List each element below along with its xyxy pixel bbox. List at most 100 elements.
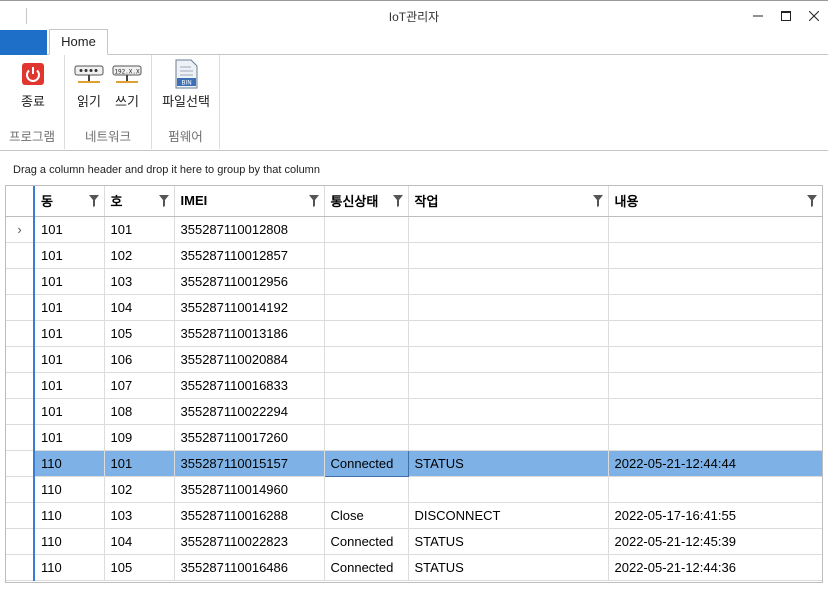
column-header-task[interactable]: 작업: [408, 186, 609, 217]
row-indicator[interactable]: [6, 502, 35, 529]
table-cell[interactable]: [324, 398, 409, 425]
column-header-ho[interactable]: 호: [104, 186, 175, 217]
table-cell[interactable]: 355287110013186: [174, 320, 325, 347]
maximize-button[interactable]: [772, 1, 800, 31]
table-cell[interactable]: [324, 216, 409, 243]
read-button[interactable]: 읽기: [71, 61, 107, 110]
table-cell[interactable]: [324, 242, 409, 269]
table-row[interactable]: 110 105 355287110016486 Connected STATUS 2022…: [6, 554, 822, 581]
table-cell[interactable]: 101: [104, 450, 175, 477]
table-row[interactable]: 101 109 355287110017260: [6, 424, 822, 451]
table-cell[interactable]: [608, 216, 822, 243]
table-cell[interactable]: 102: [104, 476, 175, 503]
row-indicator[interactable]: [6, 372, 35, 399]
table-cell[interactable]: 355287110016486: [174, 554, 325, 581]
table-cell[interactable]: DISCONNECT: [408, 502, 609, 529]
table-cell[interactable]: 355287110012857: [174, 242, 325, 269]
tab-home[interactable]: Home: [49, 29, 108, 55]
table-cell[interactable]: [324, 372, 409, 399]
table-row[interactable]: 101 105 355287110013186: [6, 320, 822, 347]
table-cell[interactable]: 101: [34, 294, 105, 321]
table-cell[interactable]: 105: [104, 554, 175, 581]
column-header-dong[interactable]: 동: [34, 186, 105, 217]
table-cell[interactable]: 101: [34, 372, 105, 399]
table-cell[interactable]: 355287110016288: [174, 502, 325, 529]
table-cell[interactable]: 101: [104, 216, 175, 243]
table-cell[interactable]: 110: [34, 476, 105, 503]
table-cell[interactable]: [408, 294, 609, 321]
table-cell[interactable]: 101: [34, 216, 105, 243]
table-cell[interactable]: 106: [104, 346, 175, 373]
table-cell[interactable]: [408, 242, 609, 269]
row-indicator[interactable]: ›: [6, 216, 35, 243]
write-button[interactable]: 192.X.X 쓰기: [109, 61, 145, 110]
close-button[interactable]: [800, 1, 828, 31]
table-cell[interactable]: [408, 346, 609, 373]
filter-icon[interactable]: [806, 195, 817, 207]
exit-button[interactable]: 종료: [10, 61, 56, 110]
table-cell[interactable]: [324, 476, 409, 503]
table-cell[interactable]: [408, 372, 609, 399]
table-cell[interactable]: 102: [104, 242, 175, 269]
table-row[interactable]: 101 108 355287110022294: [6, 398, 822, 425]
table-row[interactable]: 101 107 355287110016833: [6, 372, 822, 399]
table-cell[interactable]: [408, 398, 609, 425]
row-indicator[interactable]: [6, 294, 35, 321]
table-row[interactable]: 110 104 355287110022823 Connected STATUS 2022…: [6, 528, 822, 555]
table-cell[interactable]: [408, 268, 609, 295]
row-indicator[interactable]: [6, 398, 35, 425]
table-cell[interactable]: 101: [34, 398, 105, 425]
table-cell[interactable]: 101: [34, 268, 105, 295]
table-cell[interactable]: 110: [34, 528, 105, 555]
table-cell[interactable]: 103: [104, 268, 175, 295]
table-cell[interactable]: [324, 268, 409, 295]
column-header-comm-status[interactable]: 통신상태: [324, 186, 409, 217]
table-cell[interactable]: 101: [34, 424, 105, 451]
table-cell[interactable]: [608, 424, 822, 451]
group-by-panel[interactable]: Drag a column header and drop it here to…: [5, 152, 823, 185]
select-file-button[interactable]: BIN 파일선택: [158, 59, 214, 110]
row-indicator[interactable]: [6, 242, 35, 269]
table-cell[interactable]: [608, 294, 822, 321]
table-cell[interactable]: Connected: [323, 449, 409, 477]
table-cell[interactable]: [408, 424, 609, 451]
table-cell[interactable]: [408, 476, 609, 503]
table-row[interactable]: 101 103 355287110012956: [6, 268, 822, 295]
table-row[interactable]: › 101 101 355287110012808: [6, 216, 822, 243]
table-cell[interactable]: [408, 320, 609, 347]
table-cell[interactable]: 103: [104, 502, 175, 529]
minimize-button[interactable]: [744, 1, 772, 31]
table-cell[interactable]: 109: [104, 424, 175, 451]
table-cell[interactable]: 2022-05-21-12:45:39: [608, 528, 822, 555]
row-indicator[interactable]: [6, 450, 35, 477]
table-cell[interactable]: Connected: [324, 554, 409, 581]
table-cell[interactable]: [608, 268, 822, 295]
column-header-content[interactable]: 내용: [608, 186, 822, 217]
table-cell[interactable]: [408, 216, 609, 243]
filter-icon[interactable]: [592, 195, 603, 207]
table-cell[interactable]: [324, 424, 409, 451]
table-cell[interactable]: 355287110014960: [174, 476, 325, 503]
table-cell[interactable]: 2022-05-17-16:41:55: [608, 502, 822, 529]
table-cell[interactable]: STATUS: [408, 450, 609, 477]
table-cell[interactable]: 101: [34, 242, 105, 269]
filter-icon[interactable]: [88, 195, 99, 207]
row-indicator[interactable]: [6, 528, 35, 555]
row-indicator[interactable]: [6, 268, 35, 295]
table-cell[interactable]: 110: [34, 502, 105, 529]
table-cell[interactable]: 355287110016833: [174, 372, 325, 399]
table-cell[interactable]: 355287110012956: [174, 268, 325, 295]
table-row[interactable]: 110 103 355287110016288 Close DISCONNECT 2022…: [6, 502, 822, 529]
table-cell[interactable]: 355287110014192: [174, 294, 325, 321]
table-cell[interactable]: 355287110017260: [174, 424, 325, 451]
table-cell[interactable]: 110: [34, 554, 105, 581]
table-cell[interactable]: 104: [104, 528, 175, 555]
file-tab[interactable]: [0, 30, 47, 55]
table-cell[interactable]: 2022-05-21-12:44:36: [608, 554, 822, 581]
table-cell[interactable]: 101: [34, 320, 105, 347]
row-indicator[interactable]: [6, 346, 35, 373]
table-cell[interactable]: 355287110015157: [174, 450, 325, 477]
table-cell[interactable]: [608, 398, 822, 425]
row-indicator[interactable]: [6, 554, 35, 581]
table-cell[interactable]: 355287110022294: [174, 398, 325, 425]
